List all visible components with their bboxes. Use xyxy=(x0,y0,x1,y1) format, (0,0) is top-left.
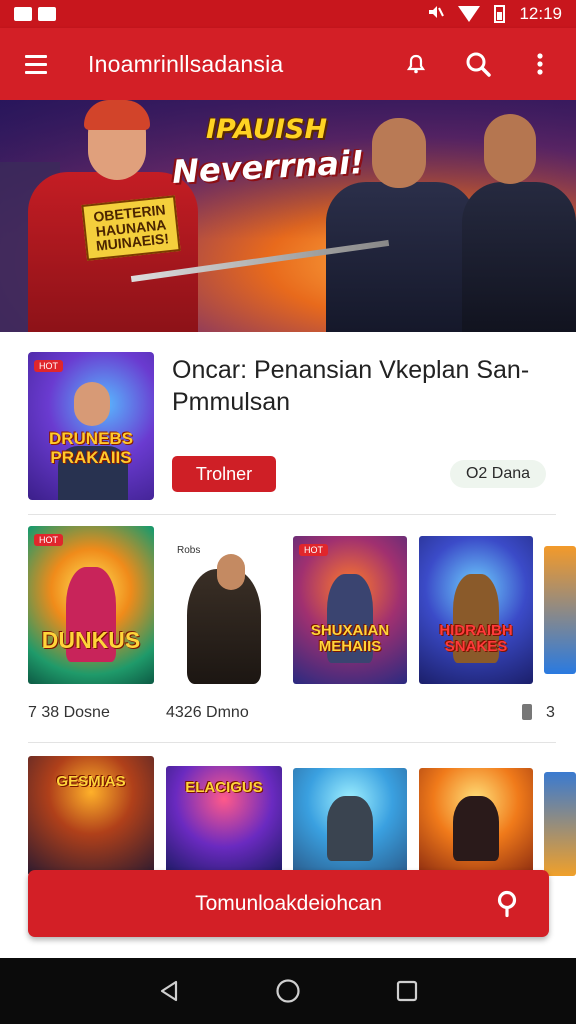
back-button[interactable] xyxy=(145,967,193,1015)
image-icon xyxy=(38,7,56,21)
card-caption: ELACIGUS xyxy=(185,779,263,796)
game-card[interactable] xyxy=(419,768,533,876)
download-size-icon xyxy=(522,704,532,720)
hero-character-middle xyxy=(326,182,476,332)
featured-title: Oncar: Penansian Vkeplan San-Pmmulsan xyxy=(172,356,530,416)
card-meta: 3 xyxy=(546,704,555,721)
card-meta: 7 38 Dosne xyxy=(28,704,110,721)
game-card[interactable]: GESMIAS xyxy=(28,756,154,876)
game-card[interactable]: HIDRAIBH SNAKES xyxy=(419,536,533,684)
bell-icon xyxy=(406,54,426,74)
divider xyxy=(28,514,556,515)
notification-button[interactable] xyxy=(392,40,440,88)
recents-square-icon xyxy=(396,980,417,1002)
featured-thumbnail[interactable]: HOT DRUNEBS PRAKAIIS xyxy=(28,352,154,500)
status-bar: 12:19 xyxy=(0,0,576,28)
featured-item[interactable]: HOT DRUNEBS PRAKAIIS Oncar: Penansian Vk… xyxy=(0,332,576,514)
download-button[interactable]: Tomunloakdeiohcan xyxy=(28,870,549,937)
hero-title: IPAUISH xyxy=(206,114,328,145)
search-button[interactable] xyxy=(454,40,502,88)
more-vert-icon xyxy=(537,53,543,75)
status-badge: O2 Dana xyxy=(450,460,546,488)
divider xyxy=(28,742,556,743)
back-triangle-icon xyxy=(161,980,178,1002)
screen: 12:19 Inoamrinllsadansia IPAUISH Neverrn… xyxy=(0,0,576,1024)
navigation-bar xyxy=(0,958,576,1024)
card-badge: Robs xyxy=(172,544,206,557)
home-circle-icon xyxy=(276,979,300,1003)
thumbnail-caption: DRUNEBS PRAKAIIS xyxy=(48,429,134,467)
wifi-icon xyxy=(458,6,481,22)
message-icon xyxy=(14,7,32,21)
more-options-button[interactable] xyxy=(516,40,564,88)
hero-sign: OBETERIN HAUNANA MUINAEIS! xyxy=(81,195,181,261)
game-card[interactable]: HOT DUNKUS xyxy=(28,526,154,684)
download-button-label: Tomunloakdeiohcan xyxy=(195,891,382,915)
game-card[interactable]: HOT SHUXAIAN MEHAIIS xyxy=(293,536,407,684)
battery-icon xyxy=(494,5,506,23)
game-card[interactable]: Robs xyxy=(166,536,282,684)
card-caption: GESMIAS xyxy=(56,773,126,790)
status-time: 12:19 xyxy=(519,4,562,23)
home-button[interactable] xyxy=(264,967,312,1015)
app-bar: Inoamrinllsadansia xyxy=(0,28,576,100)
game-card-partial[interactable] xyxy=(544,772,576,876)
search-icon xyxy=(466,52,491,77)
hot-badge: HOT xyxy=(34,534,63,546)
recents-button[interactable] xyxy=(383,967,431,1015)
game-row: HOT DUNKUS Robs HOT SHUXAIAN MEHAIIS HID… xyxy=(0,526,576,742)
app-title: Inoamrinllsadansia xyxy=(88,50,284,77)
hot-badge: HOT xyxy=(299,544,328,556)
game-card[interactable]: ELACIGUS xyxy=(166,766,282,876)
card-caption: DUNKUS xyxy=(41,627,141,654)
game-row: GESMIAS ELACIGUS xyxy=(0,756,576,876)
hot-badge: HOT xyxy=(34,360,63,372)
card-caption: HIDRAIBH SNAKES xyxy=(439,621,513,655)
card-caption: SHUXAIAN MEHAIIS xyxy=(310,621,390,655)
game-card[interactable] xyxy=(293,768,407,876)
card-meta: 4326 Dmno xyxy=(166,704,249,721)
location-pin-icon xyxy=(497,890,517,918)
menu-icon[interactable] xyxy=(10,38,62,90)
game-card-partial[interactable] xyxy=(544,546,576,674)
trailer-button[interactable]: Trolner xyxy=(172,456,276,492)
hero-character-right xyxy=(462,182,576,332)
mute-icon xyxy=(426,3,445,26)
